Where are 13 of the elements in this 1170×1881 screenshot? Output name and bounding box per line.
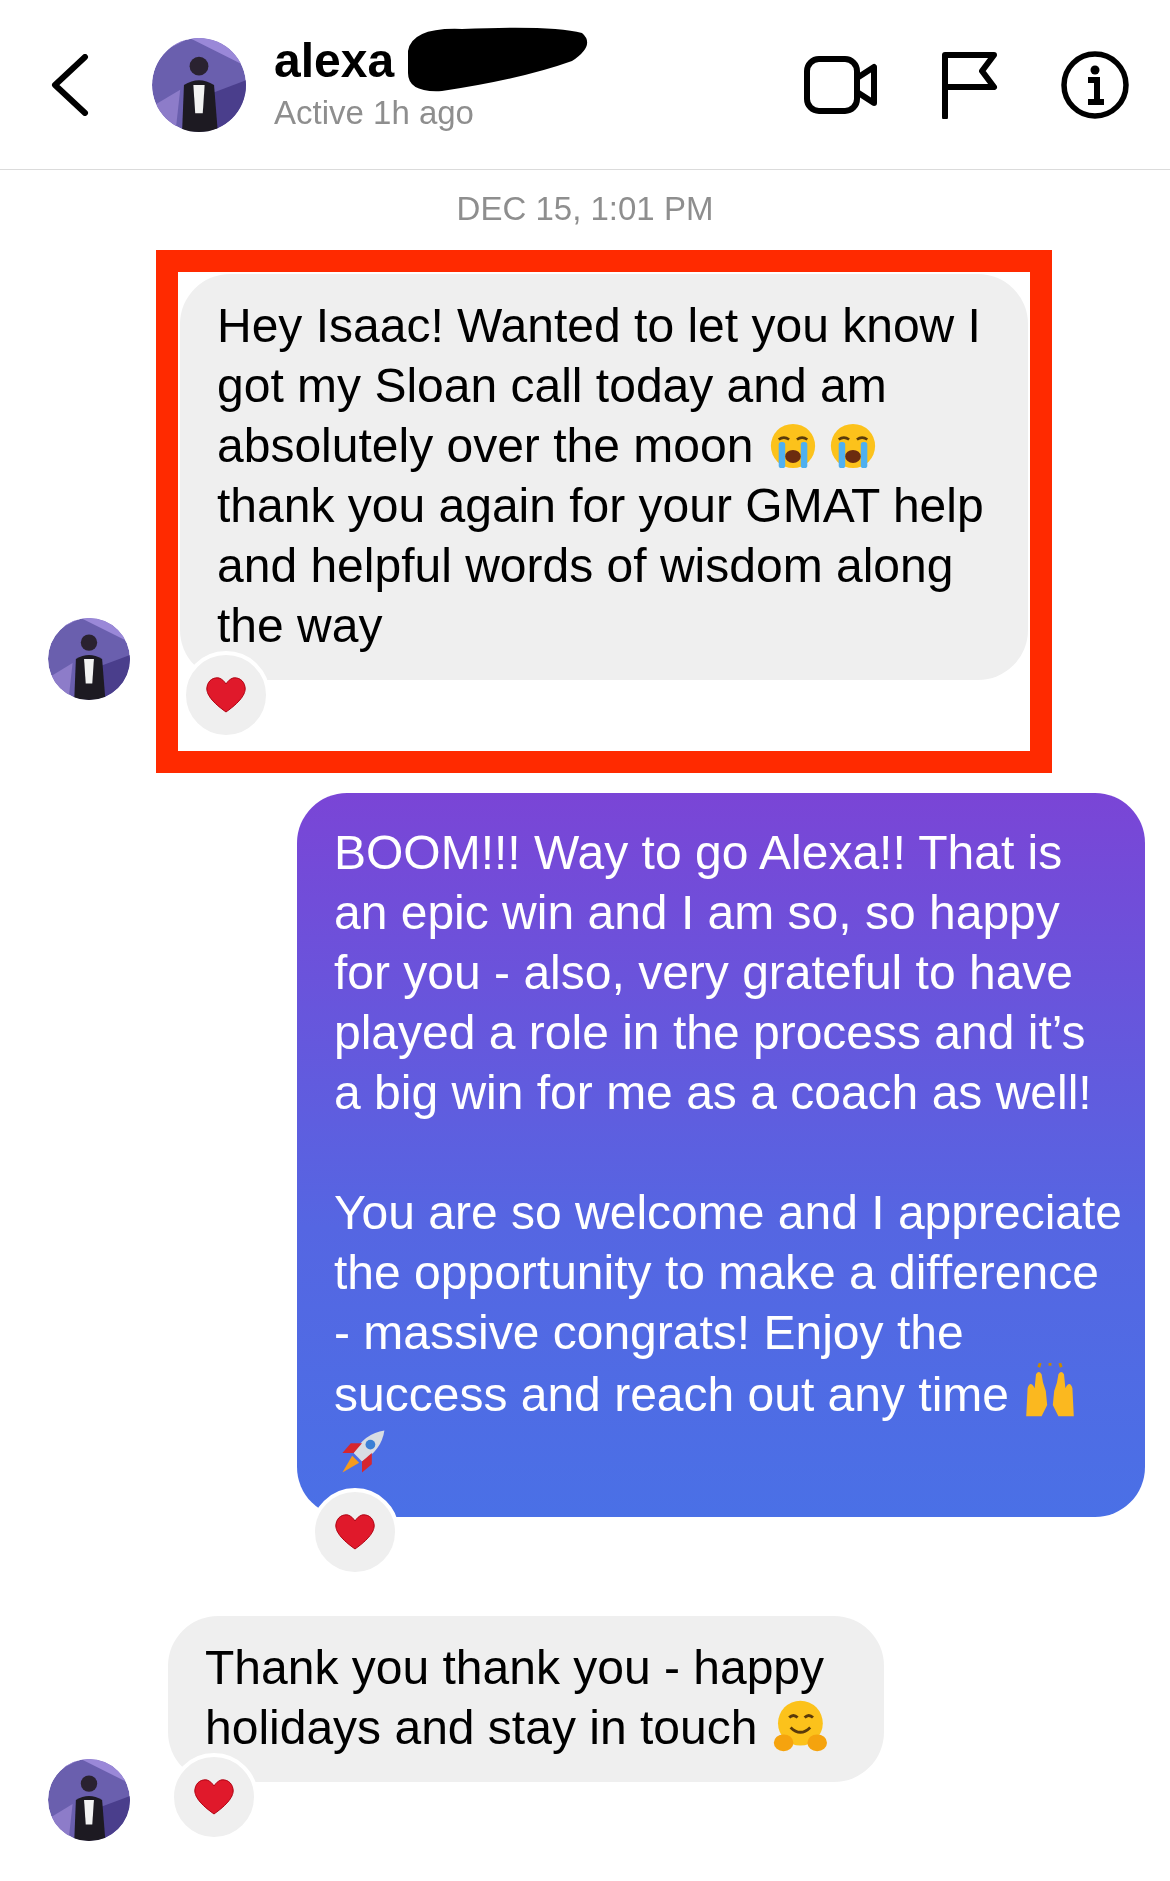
message-bubble: Hey Isaac! Wanted to let you know I got my Sloan call today and am absolutely over the moon thank you again for your GMAT help and helpful words of wisdom along the way xyxy=(180,274,1028,680)
heart-icon xyxy=(334,1513,376,1551)
heart-icon xyxy=(193,1778,235,1816)
video-camera-icon[interactable] xyxy=(804,55,878,114)
back-icon[interactable] xyxy=(50,53,90,116)
flag-icon[interactable] xyxy=(940,50,998,119)
timestamp: DEC 15, 1:01 PM xyxy=(456,190,714,227)
contact-name: alexa xyxy=(274,33,395,88)
active-status: Active 1h ago xyxy=(274,94,475,132)
heart-icon xyxy=(205,676,247,714)
message-bubble: BOOM!!! Way to go Alexa!! That is an epic win and I am so, so happy for you - also, very grateful to have played a role in the process and it’s a big win for me as a coach as well! You are so welcome and I appreciate the opportunity to make a difference - massive congrats! Enjoy the success and reach out any time xyxy=(297,793,1145,1517)
message-bubble: Thank you thank you - happy holidays and stay in touch xyxy=(168,1616,884,1782)
info-icon[interactable] xyxy=(1060,49,1130,120)
